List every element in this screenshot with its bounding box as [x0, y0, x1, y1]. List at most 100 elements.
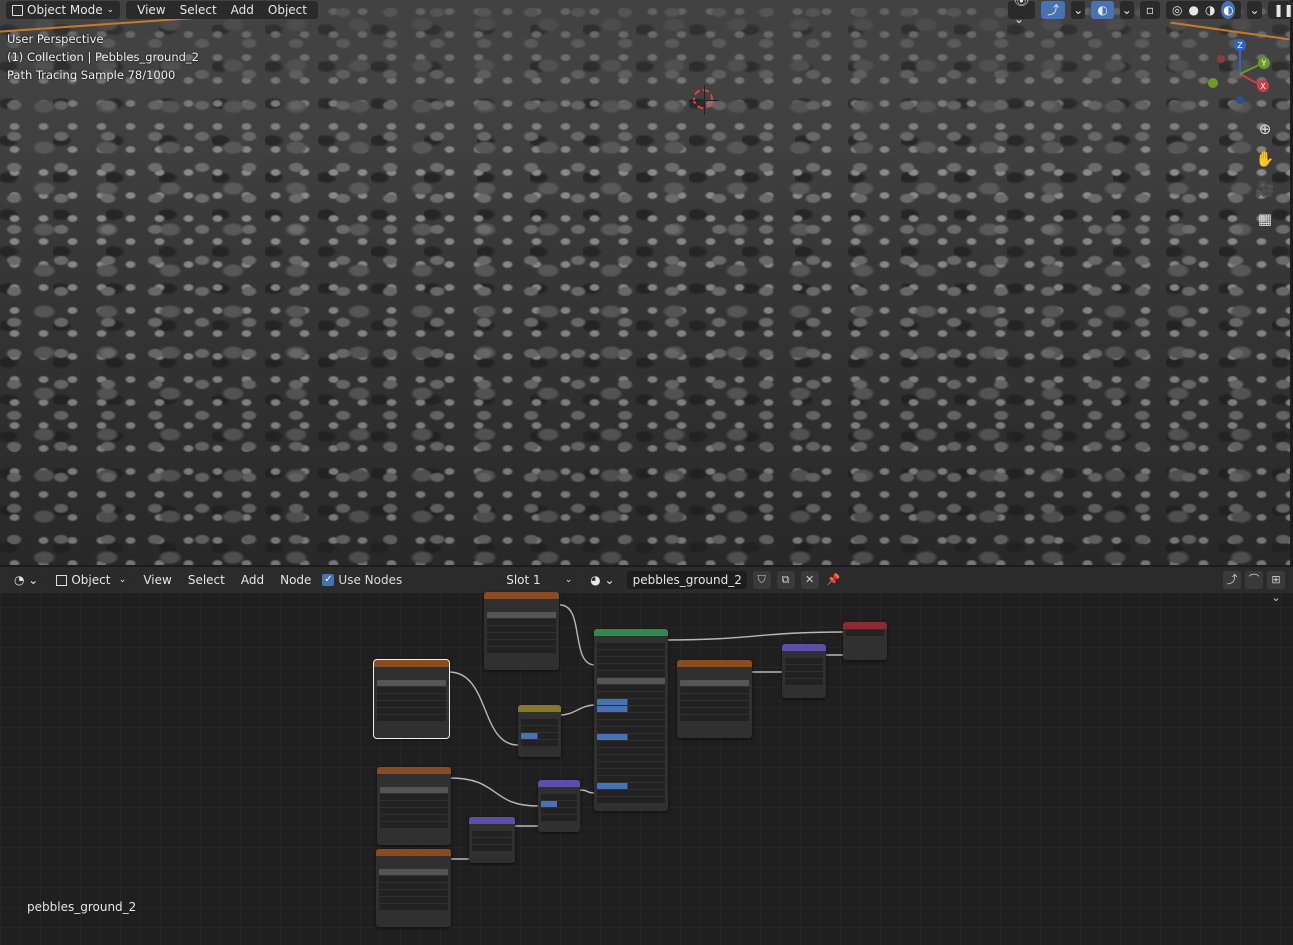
- node-field[interactable]: [680, 715, 749, 721]
- material-browse-icon[interactable]: ◕ ⌄: [584, 571, 621, 589]
- node-field[interactable]: [597, 692, 665, 698]
- node-field[interactable]: [379, 904, 448, 910]
- node-field[interactable]: [597, 748, 665, 754]
- node-field[interactable]: [680, 687, 749, 693]
- node-field[interactable]: [379, 869, 448, 875]
- node-field[interactable]: [380, 787, 448, 793]
- node-field[interactable]: [377, 687, 446, 693]
- rendered-shading-icon[interactable]: ◐: [1221, 1, 1236, 19]
- node-field[interactable]: [597, 762, 665, 768]
- material-output-node[interactable]: [843, 622, 887, 660]
- bump-node[interactable]: [538, 780, 580, 832]
- node-field[interactable]: [680, 701, 749, 707]
- node-field[interactable]: [487, 633, 556, 639]
- node-field[interactable]: [785, 672, 823, 678]
- node-field[interactable]: [680, 680, 749, 686]
- node-field[interactable]: [846, 630, 884, 636]
- duplicate-icon[interactable]: ⧉: [776, 571, 795, 589]
- node-field[interactable]: [377, 680, 446, 686]
- node-field[interactable]: [785, 679, 823, 685]
- principled-bsdf-node[interactable]: [594, 629, 668, 811]
- node-field[interactable]: [541, 815, 577, 821]
- 3d-viewport[interactable]: [0, 0, 1290, 565]
- node-field[interactable]: [597, 769, 665, 775]
- node-field[interactable]: [597, 790, 665, 796]
- menu-view[interactable]: View: [138, 573, 176, 587]
- node-field[interactable]: [680, 708, 749, 714]
- node-field[interactable]: [379, 883, 448, 889]
- shader-type-selector[interactable]: Object ⌄: [50, 571, 133, 589]
- gizmo-toggle-icon[interactable]: ⤴: [1041, 1, 1066, 19]
- node-field[interactable]: [487, 647, 556, 653]
- menu-select[interactable]: Select: [175, 1, 222, 19]
- node-field[interactable]: [785, 658, 823, 664]
- node-field[interactable]: [597, 657, 665, 663]
- menu-view[interactable]: View: [132, 1, 170, 19]
- node-field[interactable]: [379, 897, 448, 903]
- node-slider[interactable]: [597, 706, 665, 712]
- overlay-toggle-icon[interactable]: ◐: [1091, 1, 1114, 19]
- material-shading-icon[interactable]: ◑: [1205, 1, 1215, 19]
- close-icon[interactable]: ✕: [800, 571, 819, 589]
- node-field[interactable]: [597, 678, 665, 684]
- pause-icon[interactable]: ❚❚: [1267, 1, 1293, 19]
- node-field[interactable]: [487, 612, 556, 618]
- use-nodes-checkbox[interactable]: ✓: [322, 574, 335, 586]
- node-field[interactable]: [521, 726, 558, 732]
- node-field[interactable]: [541, 808, 577, 814]
- shading-dropdown-icon[interactable]: ⌄: [1247, 1, 1262, 19]
- node-field[interactable]: [377, 694, 446, 700]
- snap-icon[interactable]: ⌒: [1245, 571, 1263, 589]
- menu-add[interactable]: Add: [226, 1, 259, 19]
- mode-selector[interactable]: Object Mode ⌄: [6, 1, 121, 19]
- gizmo-dropdown-icon[interactable]: ⌄: [1071, 1, 1086, 19]
- node-field[interactable]: [380, 815, 448, 821]
- image-texture-node[interactable]: [373, 659, 450, 739]
- use-nodes-toggle[interactable]: ✓ Use Nodes: [322, 573, 402, 587]
- node-slider[interactable]: [597, 699, 665, 705]
- xray-icon[interactable]: ▫: [1139, 1, 1160, 19]
- image-texture-node[interactable]: [376, 849, 451, 927]
- node-field[interactable]: [487, 640, 556, 646]
- node-field[interactable]: [487, 626, 556, 632]
- node-field[interactable]: [597, 720, 665, 726]
- node-field[interactable]: [380, 822, 448, 828]
- node-field[interactable]: [597, 797, 665, 803]
- node-field[interactable]: [597, 671, 665, 677]
- node-field[interactable]: [380, 808, 448, 814]
- image-texture-node[interactable]: [677, 660, 752, 738]
- wireframe-shading-icon[interactable]: ◎: [1172, 1, 1182, 19]
- node-field[interactable]: [472, 838, 512, 844]
- node-field[interactable]: [597, 776, 665, 782]
- image-texture-node[interactable]: [377, 767, 451, 845]
- navigation-gizmo[interactable]: Z X Y: [1205, 36, 1279, 110]
- node-field[interactable]: [377, 701, 446, 707]
- node-field[interactable]: [377, 715, 446, 721]
- slot-selector[interactable]: Slot 1 ⌄: [500, 571, 579, 589]
- normal-map-node[interactable]: [469, 817, 515, 863]
- 3d-cursor-icon[interactable]: [689, 85, 719, 115]
- pin-icon[interactable]: 📌: [825, 571, 843, 589]
- node-field[interactable]: [785, 665, 823, 671]
- pan-hand-icon[interactable]: ✋: [1254, 148, 1276, 170]
- camera-icon[interactable]: 🎥: [1254, 178, 1276, 200]
- node-field[interactable]: [487, 619, 556, 625]
- grid-perspective-icon[interactable]: ▦: [1254, 208, 1276, 230]
- node-field[interactable]: [597, 755, 665, 761]
- node-slider[interactable]: [597, 783, 665, 789]
- parent-node-icon[interactable]: ⤴: [1223, 571, 1241, 589]
- node-field[interactable]: [379, 890, 448, 896]
- menu-add[interactable]: Add: [236, 573, 269, 587]
- fake-user-shield-icon[interactable]: ⛉: [752, 571, 771, 589]
- visibility-icon[interactable]: 👁 ⌄: [1008, 0, 1036, 26]
- menu-select[interactable]: Select: [183, 573, 230, 587]
- node-field[interactable]: [541, 794, 577, 800]
- node-field[interactable]: [380, 794, 448, 800]
- displacement-node[interactable]: [782, 644, 826, 698]
- material-name-field[interactable]: pebbles_ground_2: [626, 571, 747, 589]
- node-field[interactable]: [377, 708, 446, 714]
- menu-node[interactable]: Node: [275, 573, 316, 587]
- node-slider[interactable]: [597, 734, 665, 740]
- snap-target-icon[interactable]: ⊞ ⌄: [1267, 571, 1285, 604]
- node-field[interactable]: [597, 664, 665, 670]
